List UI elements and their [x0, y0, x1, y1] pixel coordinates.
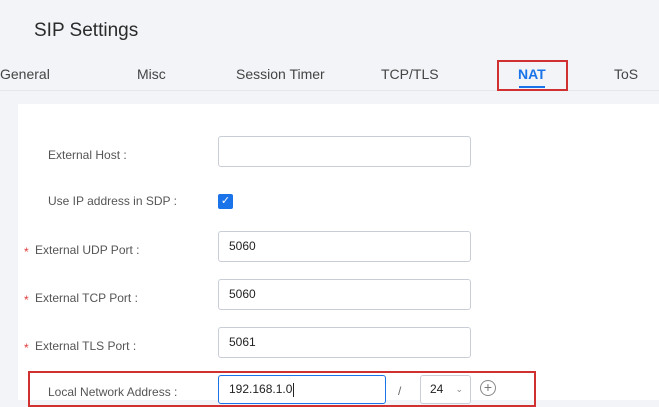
- nat-settings-panel: External Host : Use IP address in SDP : …: [18, 104, 659, 407]
- use-ip-in-sdp-checkbox[interactable]: ✓: [218, 194, 233, 209]
- tab-tcp-tls[interactable]: TCP/TLS: [381, 66, 439, 82]
- tcp-required-mark: *: [24, 293, 29, 307]
- text-cursor: [293, 382, 295, 397]
- external-host-input[interactable]: [218, 136, 471, 167]
- external-udp-port-input[interactable]: 5060: [218, 231, 471, 262]
- tab-general[interactable]: General: [0, 66, 50, 82]
- subnet-mask-value: 24: [430, 382, 444, 396]
- nat-tab-highlight-box: [497, 60, 568, 91]
- tab-tos[interactable]: ToS: [614, 66, 638, 82]
- chevron-down-icon: ⌄: [455, 384, 463, 394]
- local-network-address-value: 192.168.1.0: [229, 382, 293, 396]
- external-tcp-port-label: External TCP Port :: [35, 291, 138, 305]
- external-tls-port-input[interactable]: 5061: [218, 327, 471, 358]
- external-tls-port-label: External TLS Port :: [35, 339, 137, 353]
- subnet-separator: /: [398, 384, 402, 398]
- external-udp-port-label: External UDP Port :: [35, 243, 140, 257]
- external-host-label: External Host :: [48, 148, 127, 162]
- tab-misc[interactable]: Misc: [137, 66, 166, 82]
- udp-required-mark: *: [24, 245, 29, 259]
- check-icon: ✓: [220, 195, 231, 207]
- tls-required-mark: *: [24, 341, 29, 355]
- local-network-address-label: Local Network Address :: [48, 385, 178, 399]
- plus-circle-icon[interactable]: +: [480, 380, 496, 396]
- external-tcp-port-input[interactable]: 5060: [218, 279, 471, 310]
- use-ip-in-sdp-label: Use IP address in SDP :: [48, 194, 177, 208]
- page-title: SIP Settings: [34, 20, 139, 41]
- tab-session-timer[interactable]: Session Timer: [236, 66, 325, 82]
